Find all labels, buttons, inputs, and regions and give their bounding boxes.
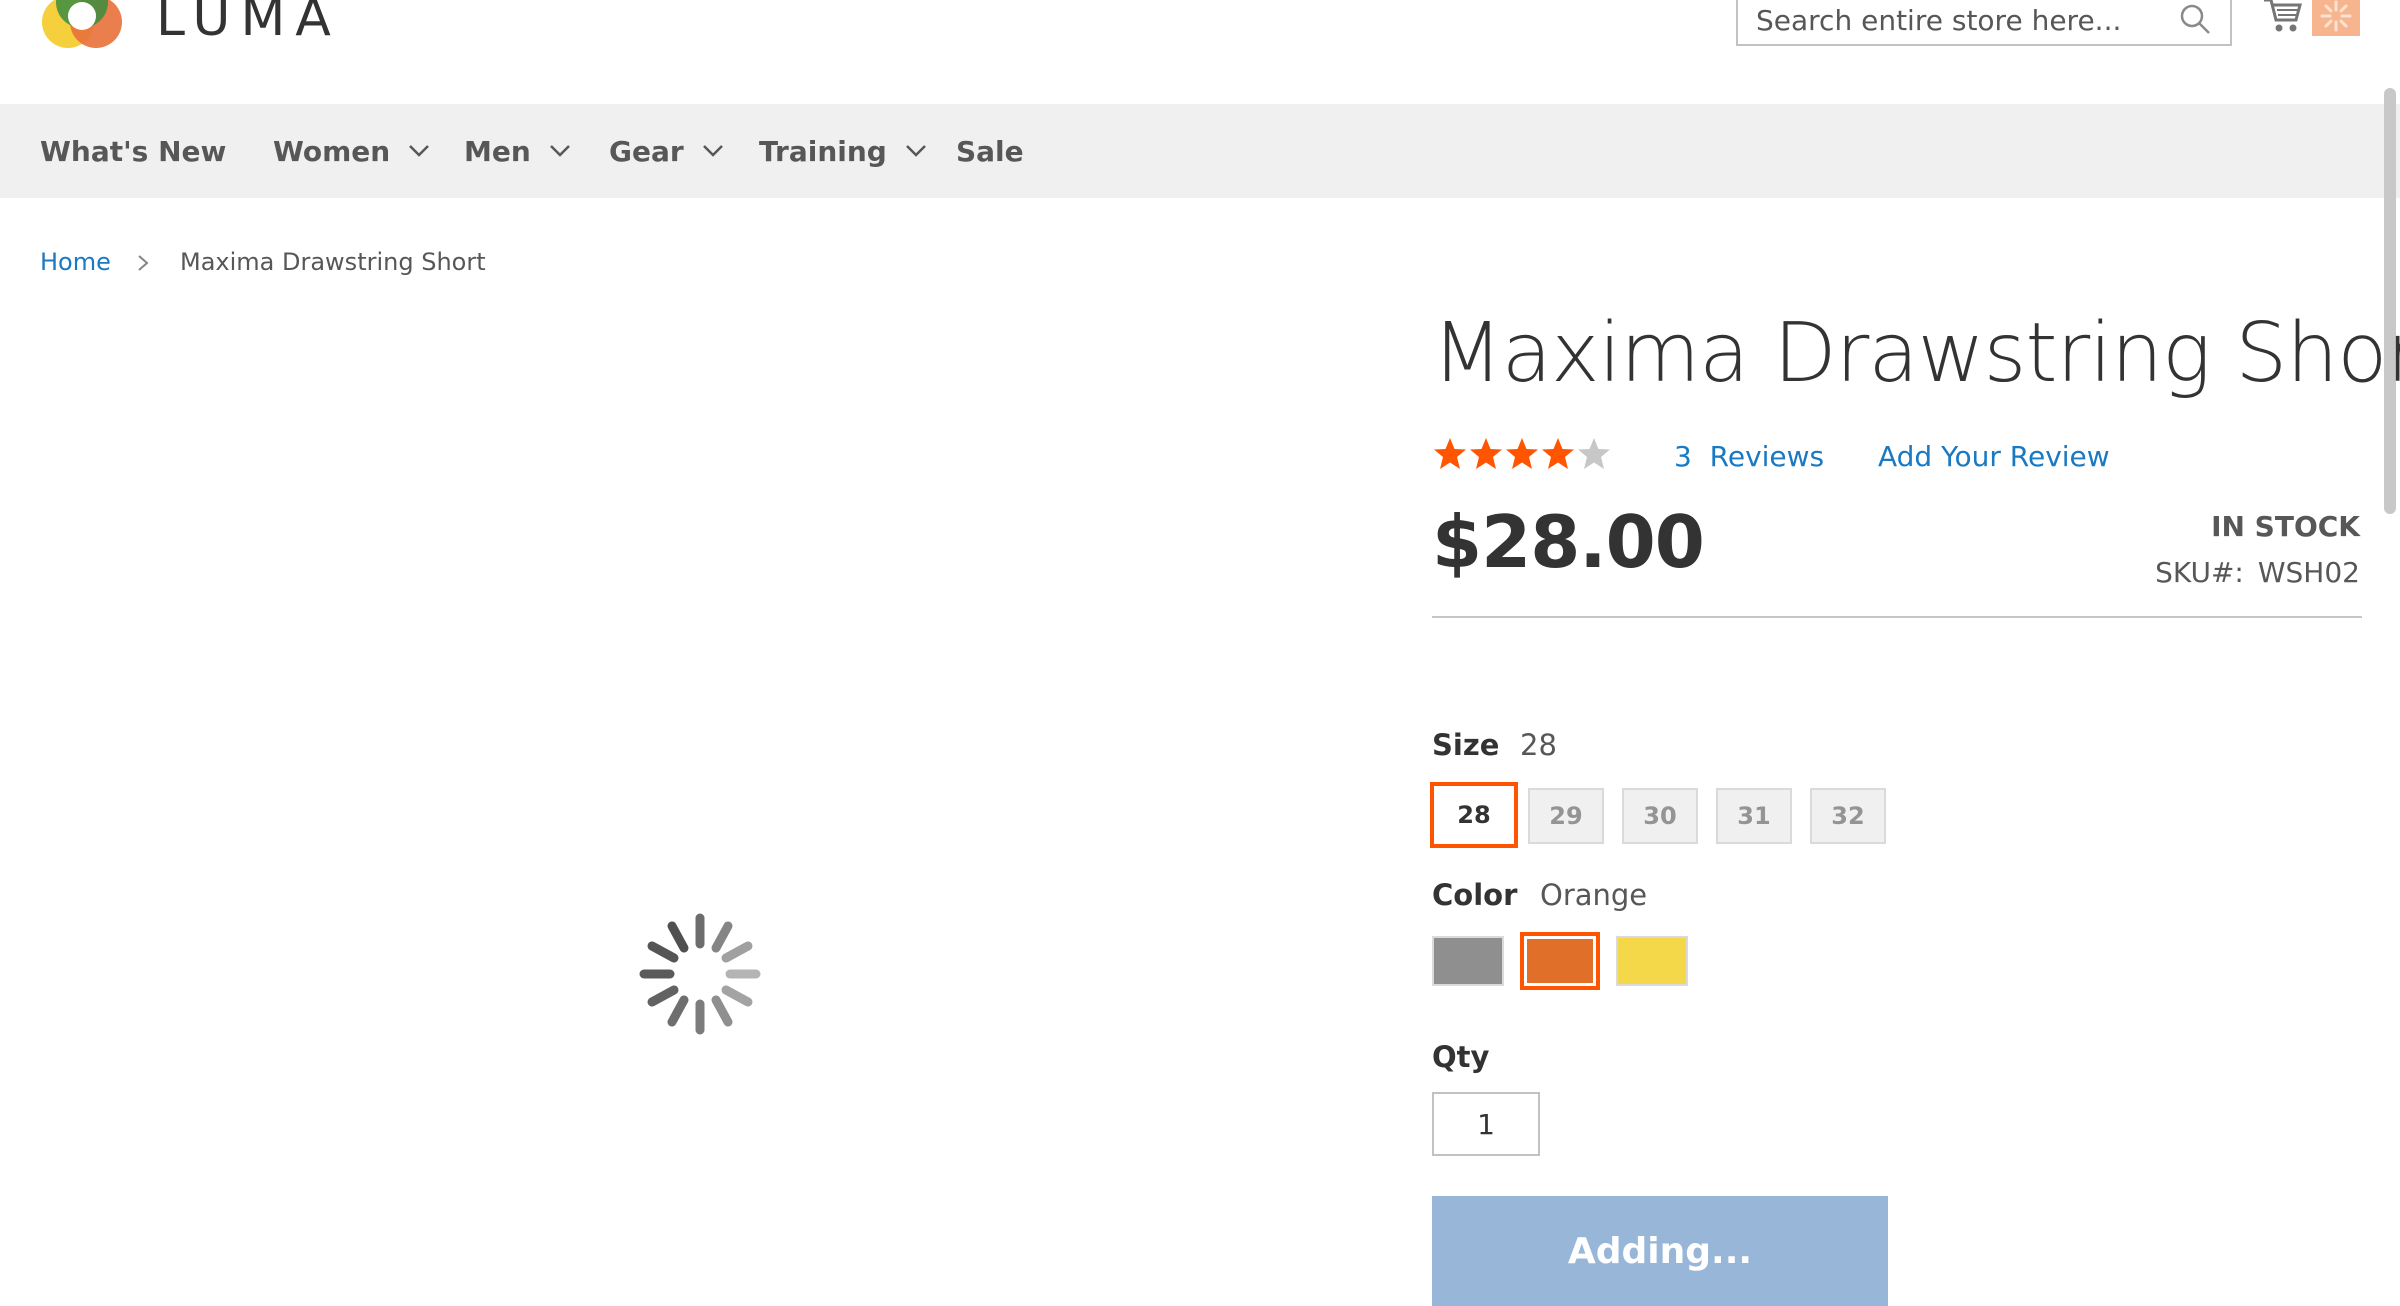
color-selected-value: Orange [1540, 878, 1648, 912]
color-swatch-gray[interactable] [1432, 936, 1504, 986]
page-header: LUMA [0, 0, 2400, 104]
chevron-right-icon [138, 255, 149, 271]
nav-item-whats-new[interactable]: What's New [40, 104, 226, 198]
color-swatch-orange[interactable] [1520, 932, 1600, 990]
color-swatch-yellow[interactable] [1616, 936, 1688, 986]
add-to-cart-button[interactable]: Adding... [1432, 1196, 1888, 1306]
chevron-down-icon [702, 145, 723, 157]
product-title: Maxima Drawstring Short [1432, 306, 2400, 401]
cart-loading-icon [2312, 0, 2360, 36]
search-input[interactable] [1738, 0, 2168, 44]
sku-label: SKU#: [2155, 556, 2244, 589]
breadcrumb-home-link[interactable]: Home [40, 248, 111, 276]
nav-item-label: Sale [956, 134, 1024, 168]
nav-item-women[interactable]: Women [273, 104, 430, 198]
size-selected-value: 28 [1520, 728, 1557, 762]
size-swatch-31[interactable]: 31 [1716, 788, 1792, 844]
sku-value: WSH02 [2257, 556, 2360, 589]
product-price: $28.00 [1432, 500, 1705, 584]
nav-item-label: What's New [40, 134, 227, 168]
reviews-label: Reviews [1709, 440, 1825, 473]
star-filled-icon [1506, 438, 1538, 469]
loading-spinner-icon [639, 913, 761, 1035]
product-sku: SKU#: WSH02 [2155, 556, 2360, 589]
add-review-link[interactable]: Add Your Review [1878, 440, 2110, 473]
size-label: Size [1432, 728, 1500, 762]
nav-item-training[interactable]: Training [759, 104, 927, 198]
reviews-count: 3 [1674, 440, 1692, 473]
chevron-down-icon [409, 145, 430, 157]
star-filled-icon [1434, 438, 1466, 469]
breadcrumb-current: Maxima Drawstring Short [180, 248, 486, 276]
chevron-down-icon [905, 145, 926, 157]
main-nav: What's New Women Men Gear Training Sale [0, 104, 2400, 198]
size-swatch-30[interactable]: 30 [1622, 788, 1698, 844]
nav-item-label: Training [759, 134, 887, 168]
rating-stars [1432, 436, 1612, 480]
luma-logo-icon[interactable] [38, 0, 138, 52]
cart-icon[interactable] [2262, 0, 2304, 34]
nav-item-gear[interactable]: Gear [609, 104, 724, 198]
reviews-link[interactable]: 3 Reviews [1674, 440, 1824, 473]
search-box[interactable] [1736, 0, 2232, 46]
nav-item-label: Men [464, 134, 531, 168]
qty-label: Qty [1432, 1040, 1490, 1074]
size-swatch-29[interactable]: 29 [1528, 788, 1604, 844]
star-empty-icon [1578, 438, 1610, 469]
stock-status: IN STOCK [2211, 510, 2360, 543]
size-swatch-28[interactable]: 28 [1430, 782, 1518, 848]
page-scrollbar[interactable] [2384, 88, 2396, 514]
logo-text[interactable]: LUMA [156, 0, 341, 48]
nav-item-sale[interactable]: Sale [956, 104, 1024, 198]
size-swatch-32[interactable]: 32 [1810, 788, 1886, 844]
chevron-down-icon [549, 145, 570, 157]
star-filled-icon [1542, 438, 1574, 469]
search-icon[interactable] [2178, 2, 2212, 36]
star-filled-icon [1470, 438, 1502, 469]
nav-item-label: Gear [609, 134, 684, 168]
color-label: Color [1432, 878, 1518, 912]
qty-input[interactable] [1432, 1092, 1540, 1156]
nav-item-men[interactable]: Men [464, 104, 571, 198]
divider [1432, 616, 2362, 618]
nav-item-label: Women [273, 134, 391, 168]
